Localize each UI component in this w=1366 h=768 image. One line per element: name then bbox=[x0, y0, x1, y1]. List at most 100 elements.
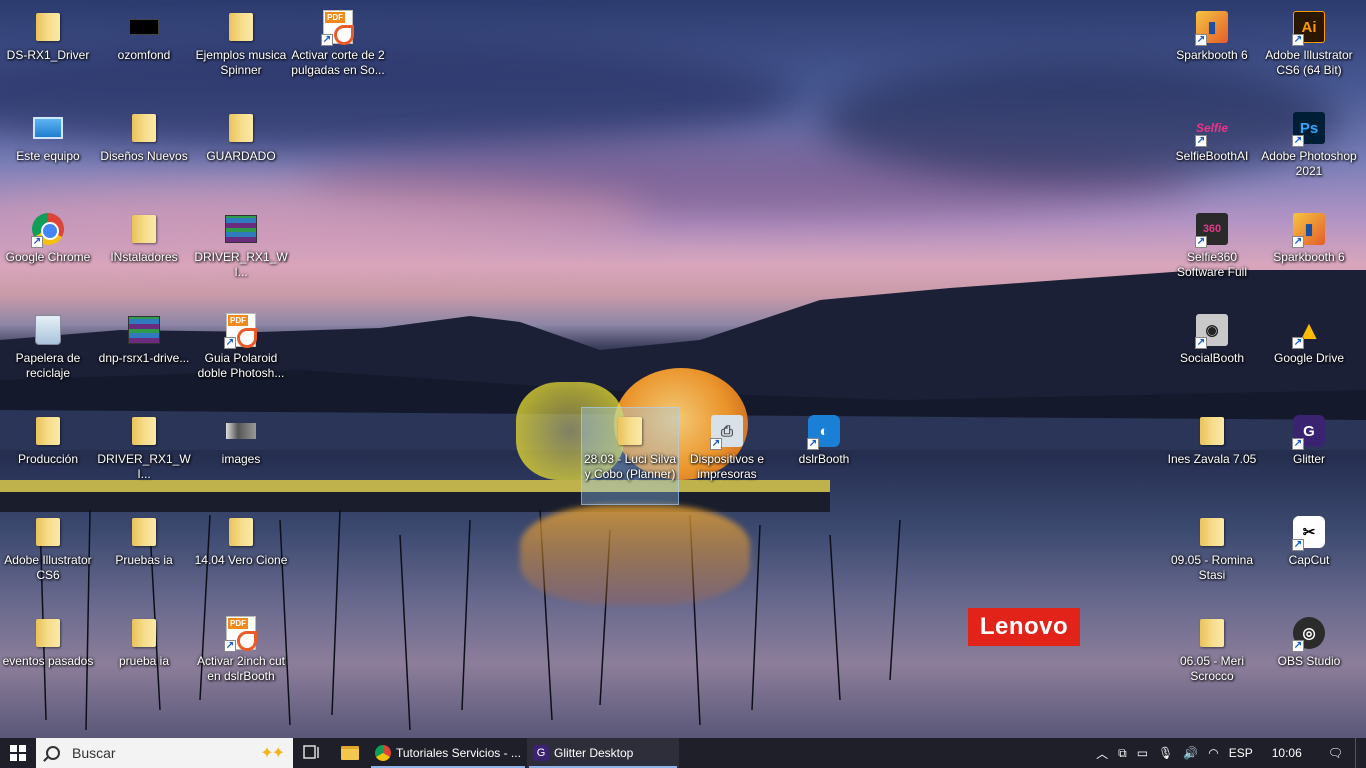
icon-glyph bbox=[127, 515, 161, 549]
desktop-icon-ejemplos-musica[interactable]: Ejemplos musica Spinner bbox=[193, 4, 289, 100]
wifi-icon: ◠ bbox=[1208, 746, 1219, 760]
desktop-icon-label: DRIVER_RX1_WI... bbox=[194, 250, 288, 279]
desktop-icon-vero-cione[interactable]: 14.04 Vero Cione bbox=[193, 509, 289, 605]
desktop-icon-papelera[interactable]: Papelera de reciclaje bbox=[0, 307, 96, 403]
taskbar: Buscar ✦✦ Tutoriales Servicios - ... G G… bbox=[0, 738, 1366, 768]
desktop-icon-sparkbooth-6-b[interactable]: ▮ ↗ Sparkbooth 6 bbox=[1261, 206, 1357, 302]
icon-glyph bbox=[31, 616, 65, 650]
meet-now-button[interactable]: ⧉ bbox=[1113, 738, 1132, 768]
desktop-icon-dispositivos[interactable]: ⎙ ↗ Dispositivos e impresoras bbox=[679, 408, 775, 504]
image-file-icon bbox=[129, 19, 159, 35]
icon-glyph bbox=[1195, 616, 1229, 650]
desktop-icon-adobe-photoshop[interactable]: Ps ↗ Adobe Photoshop 2021 bbox=[1261, 105, 1357, 201]
desktop-icon-images[interactable]: images bbox=[193, 408, 289, 504]
icon-glyph: Ai ↗ bbox=[1292, 10, 1326, 46]
desktop-icon-prueba-ia[interactable]: prueba ia bbox=[96, 610, 192, 706]
folder-icon bbox=[132, 417, 156, 445]
icon-glyph bbox=[1195, 515, 1229, 549]
desktop-icon-disenos-nuevos[interactable]: Diseños Nuevos bbox=[96, 105, 192, 201]
desktop-icon-ds-rx1-driver[interactable]: DS-RX1_Driver bbox=[0, 4, 96, 100]
battery-button[interactable]: ▭ bbox=[1132, 738, 1153, 768]
desktop-icon-label: Papelera de reciclaje bbox=[15, 351, 81, 380]
taskbar-app-chrome[interactable]: Tutoriales Servicios - ... bbox=[369, 738, 527, 768]
desktop-icon-guia-polaroid[interactable]: ↗ Guia Polaroid doble Photosh... bbox=[193, 307, 289, 403]
folder-icon bbox=[36, 13, 60, 41]
folder-icon bbox=[618, 417, 642, 445]
desktop-icon-label: Diseños Nuevos bbox=[100, 149, 188, 163]
desktop-icon-meri-scrocco[interactable]: 06.05 - Meri Scrocco bbox=[1164, 610, 1260, 706]
folder-icon bbox=[229, 114, 253, 142]
desktop-icon-produccion[interactable]: Producción bbox=[0, 408, 96, 504]
desktop-icon-socialbooth[interactable]: ◉ ↗ SocialBooth bbox=[1164, 307, 1260, 403]
shortcut-arrow-icon: ↗ bbox=[1292, 135, 1304, 147]
desktop-icon-dslrbooth[interactable]: ◐ ↗ dslrBooth bbox=[776, 408, 872, 504]
desktop-icon-google-drive[interactable]: ▲ ↗ Google Drive bbox=[1261, 307, 1357, 403]
desktop-icon-activar-corte[interactable]: ↗ Activar corte de 2 pulgadas en So... bbox=[290, 4, 386, 100]
desktop-icon-ines-zavala[interactable]: Ines Zavala 7.05 bbox=[1164, 408, 1260, 504]
shortcut-arrow-icon: ↗ bbox=[1195, 337, 1207, 349]
show-desktop-button[interactable] bbox=[1355, 738, 1366, 768]
folder-icon bbox=[1200, 417, 1224, 445]
desktop-icon-obs-studio[interactable]: ◎ ↗ OBS Studio bbox=[1261, 610, 1357, 706]
desktop-icon-instaladores[interactable]: INstaladores bbox=[96, 206, 192, 302]
language-button[interactable]: ESP bbox=[1224, 738, 1258, 768]
desktop-icon-guardado[interactable]: GUARDADO bbox=[193, 105, 289, 201]
icon-glyph bbox=[31, 313, 65, 347]
icon-glyph bbox=[224, 111, 258, 145]
icon-glyph bbox=[127, 10, 161, 44]
task-view-button[interactable] bbox=[293, 738, 331, 768]
shortcut-arrow-icon: ↗ bbox=[1292, 438, 1304, 450]
icon-glyph: Ps ↗ bbox=[1292, 111, 1326, 147]
desktop-icon-adobe-illustrator-cs6[interactable]: Adobe Illustrator CS6 bbox=[0, 509, 96, 605]
taskbar-app-glitter[interactable]: G Glitter Desktop bbox=[527, 738, 679, 768]
icon-glyph bbox=[613, 414, 647, 448]
start-button[interactable] bbox=[0, 738, 36, 768]
notifications-button[interactable]: 🗨 bbox=[1316, 738, 1355, 768]
desktop-icon-sparkbooth-6-a[interactable]: ▮ ↗ Sparkbooth 6 bbox=[1164, 4, 1260, 100]
lenovo-logo: Lenovo bbox=[968, 608, 1080, 646]
desktop-icon-romina-stasi[interactable]: 09.05 - Romina Stasi bbox=[1164, 509, 1260, 605]
icon-glyph bbox=[127, 212, 161, 246]
shortcut-arrow-icon: ↗ bbox=[224, 640, 236, 652]
desktop-icon-label: prueba ia bbox=[118, 654, 170, 668]
folder-icon bbox=[132, 518, 156, 546]
desktop-icon-label: Google Chrome bbox=[5, 250, 91, 264]
shortcut-arrow-icon: ↗ bbox=[224, 337, 236, 349]
search-box[interactable]: Buscar ✦✦ bbox=[36, 738, 293, 768]
desktop-icon-eventos-pasados[interactable]: eventos pasados bbox=[0, 610, 96, 706]
desktop-icon-label: Guia Polaroid doble Photosh... bbox=[197, 351, 285, 380]
desktop-icon-pruebas-ia[interactable]: Pruebas ia bbox=[96, 509, 192, 605]
desktop-icon-selfie360[interactable]: 360 ↗ Selfie360 Software Full bbox=[1164, 206, 1260, 302]
desktop-icon-google-chrome[interactable]: ↗ Google Chrome bbox=[0, 206, 96, 302]
desktop-icon-label: 14.04 Vero Cione bbox=[194, 553, 288, 567]
desktop-icon-label: Sparkbooth 6 bbox=[1273, 250, 1345, 264]
desktop-icon-driver-rx1-wi-1[interactable]: DRIVER_RX1_WI... bbox=[193, 206, 289, 302]
volume-button[interactable]: 🔊 bbox=[1178, 738, 1203, 768]
desktop-icon-label: INstaladores bbox=[110, 250, 178, 264]
system-tray: ︿ ⧉ ▭ 🎙 🔊 ◠ ESP 10:06 🗨 bbox=[1091, 738, 1366, 768]
desktop-icon-selfieboothai[interactable]: Selfie ↗ SelfieBoothAI bbox=[1164, 105, 1260, 201]
icon-glyph: ◉ ↗ bbox=[1195, 313, 1229, 349]
desktop-icon-dnp-rsrx1[interactable]: dnp-rsrx1-drive... bbox=[96, 307, 192, 403]
desktop-icon-adobe-illustrator-64[interactable]: Ai ↗ Adobe Illustrator CS6 (64 Bit) bbox=[1261, 4, 1357, 100]
desktop-icon-este-equipo[interactable]: Este equipo bbox=[0, 105, 96, 201]
desktop-icon-label: eventos pasados bbox=[2, 654, 94, 668]
file-explorer-button[interactable] bbox=[331, 738, 369, 768]
desktop-icon-luci-silva[interactable]: 28.03 - Luci Silva y Cobo (Planner) bbox=[581, 407, 679, 505]
show-hidden-icons-button[interactable]: ︿ bbox=[1091, 738, 1113, 768]
desktop-icon-label: images bbox=[221, 452, 261, 466]
desktop-icon-label: SelfieBoothAI bbox=[1175, 149, 1249, 163]
desktop-icon-glitter[interactable]: G ↗ Glitter bbox=[1261, 408, 1357, 504]
clock-button[interactable]: 10:06 bbox=[1258, 738, 1316, 768]
desktop-icon-label: DS-RX1_Driver bbox=[6, 48, 90, 62]
network-button[interactable]: ◠ bbox=[1203, 738, 1223, 768]
desktop-icon-driver-rx1-wi-2[interactable]: DRIVER_RX1_WI... bbox=[96, 408, 192, 504]
desktop-icon-ozomfond[interactable]: ozomfond bbox=[96, 4, 192, 100]
desktop-icon-activar-2inch[interactable]: ↗ Activar 2inch cut en dslrBooth bbox=[193, 610, 289, 706]
icon-glyph: 360 ↗ bbox=[1195, 212, 1229, 248]
desktop-icon-label: Activar corte de 2 pulgadas en So... bbox=[291, 48, 385, 77]
desktop-icon-label: Adobe Illustrator CS6 bbox=[4, 553, 92, 582]
microphone-button[interactable]: 🎙 bbox=[1153, 738, 1178, 768]
desktop-icon-label: Producción bbox=[17, 452, 79, 466]
desktop-icon-capcut[interactable]: ✂ ↗ CapCut bbox=[1261, 509, 1357, 605]
